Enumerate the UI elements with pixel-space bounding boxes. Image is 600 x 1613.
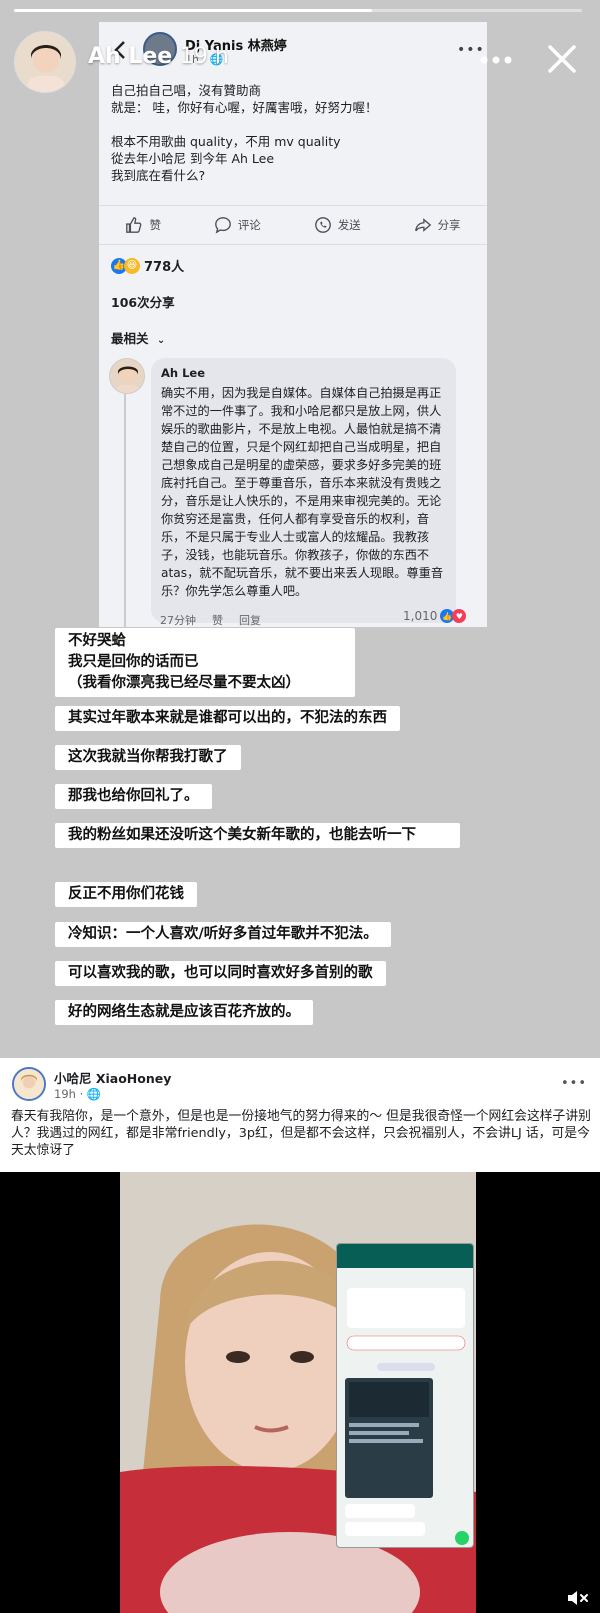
post-meta: 19h · 🌐 [54, 1087, 102, 1101]
love-reaction-icon: ♥ [452, 609, 467, 623]
overlay-text-1: 不好哭蛤 我只是回你的话而已 （我看你漂亮我已经尽量不要太凶） [55, 628, 355, 697]
comment-time: 27分钟 [160, 614, 196, 627]
post-author-avatar[interactable] [12, 1067, 46, 1101]
whatsapp-icon [314, 217, 331, 233]
sort-label: 最相关 [111, 331, 149, 346]
commenter-name: Ah Lee [161, 366, 206, 380]
post-author-name[interactable]: 小哈尼 XiaoHoney [54, 1068, 171, 1087]
chat-content [345, 1288, 469, 1545]
chevron-down-icon: ⌄ [156, 335, 166, 346]
more-horizontal-icon[interactable] [476, 45, 516, 75]
comment-bubble: Ah Lee 确实不用，因为我是自媒体。自媒体自己拍摄是再正常不过的一件事了。我… [151, 358, 456, 623]
chat-header-bar [337, 1244, 473, 1268]
comment-like-link: 赞 [212, 614, 223, 627]
overlay-text-7: 冷知识：一个人喜欢/听好多首过年歌并不犯法。 [55, 922, 391, 947]
reactions-summary: 👍 😆 778人 [111, 256, 184, 275]
story-user[interactable]: Ah Lee 19 h [88, 44, 229, 69]
volume-muted-icon[interactable] [566, 1589, 590, 1607]
overlay-text-2: 其实过年歌本来就是谁都可以出的，不犯法的东西 [55, 706, 400, 731]
close-icon[interactable] [545, 42, 579, 76]
story-time: 19 h [179, 44, 229, 69]
send-action: 发送 [314, 216, 361, 234]
story-progress-bar [14, 9, 582, 12]
share-icon [414, 218, 431, 232]
shares-count: 106次分享 [111, 295, 175, 310]
overlay-text-3: 这次我就当你帮我打歌了 [55, 745, 241, 770]
like-action: 赞 [125, 216, 161, 234]
overlay-text-4: 那我也给你回礼了。 [55, 784, 212, 809]
like-label: 赞 [149, 218, 161, 232]
story-user-name: Ah Lee [88, 44, 173, 69]
overlay-text-9: 好的网络生态就是应该百花齐放的。 [55, 1000, 313, 1025]
thread-line [124, 394, 126, 627]
story-avatar[interactable] [14, 31, 76, 93]
send-label: 发送 [337, 218, 361, 232]
comment-action: 评论 [214, 216, 261, 234]
overlay-text-8: 可以喜欢我的歌，也可以同时喜欢好多首别的歌 [55, 961, 386, 986]
comment-icon [214, 217, 231, 234]
screenshot-card: Dj Yanis 林燕婷 1h · 🌐 ••• 自己拍自己唱，沒有贊助商 就是：… [99, 22, 487, 627]
chat-screenshot [336, 1243, 474, 1548]
share-action: 分享 [414, 216, 461, 234]
comment-likes: 1,010 👍 ♥ [403, 609, 467, 623]
share-label: 分享 [437, 218, 461, 232]
comment-sort: 最相关 ⌄ [111, 328, 165, 347]
comment-label: 评论 [237, 218, 261, 232]
comment-meta: 27分钟 赞 回复 [160, 612, 261, 627]
commenter-avatar [109, 358, 145, 394]
comment-text: 确实不用，因为我是自媒体。自媒体自己拍摄是再正常不过的一件事了。我和小哈尼都只是… [161, 386, 444, 598]
overlay-text-5: 我的粉丝如果还没听这个美女新年歌的，也能去听一下 [55, 823, 460, 848]
comment-likes-count: 1,010 [403, 609, 438, 623]
post-text: 春天有我陪你，是一个意外，但是也是一份接地气的努力得来的～ 但是我很奇怪一个网红… [11, 1109, 591, 1158]
post-actions-bar: 赞 评论 发送 分享 [99, 205, 487, 245]
post-more-icon[interactable]: ••• [561, 1076, 587, 1091]
haha-reaction-icon: 😆 [124, 257, 140, 274]
reactions-count: 778人 [144, 260, 185, 275]
story-progress-fill [14, 9, 372, 12]
thumbs-up-icon [126, 217, 142, 233]
overlay-text-6: 反正不用你们花钱 [55, 882, 197, 907]
comment-reply-link: 回复 [239, 614, 261, 627]
post-text: 自己拍自己唱，沒有贊助商 就是： 哇，你好有心喔，好厲害哦，好努力喔！ 根本不用… [111, 83, 378, 183]
